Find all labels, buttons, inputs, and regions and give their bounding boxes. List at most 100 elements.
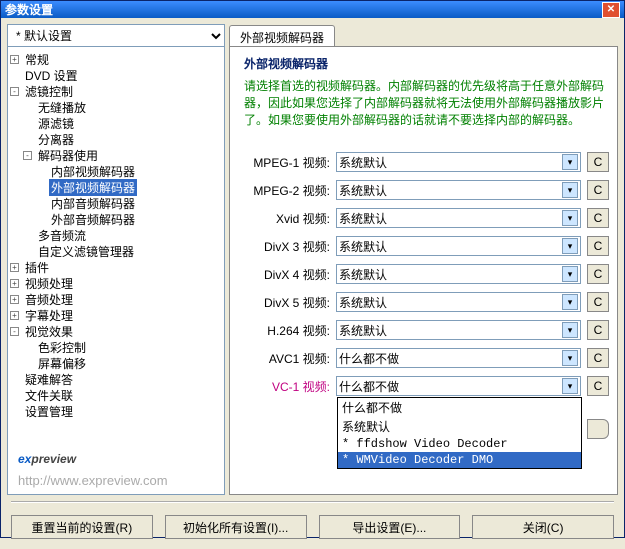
tree-item-label: 视觉效果 bbox=[23, 323, 75, 340]
row-label: DivX 3 视频: bbox=[244, 238, 330, 255]
init-button[interactable]: 初始化所有设置(I)... bbox=[165, 515, 307, 539]
export-button[interactable]: 导出设置(E)... bbox=[319, 515, 461, 539]
tree-item[interactable]: 外部视频解码器 bbox=[10, 179, 222, 195]
tree-item-label: 无缝播放 bbox=[36, 99, 88, 116]
tree-item[interactable]: -视觉效果 bbox=[10, 323, 222, 339]
tree-item[interactable]: 源滤镜 bbox=[10, 115, 222, 131]
tree-item[interactable]: -滤镜控制 bbox=[10, 83, 222, 99]
decoder-select[interactable]: 系统默认 ▾ bbox=[336, 180, 581, 200]
tree-item-label: 文件关联 bbox=[23, 387, 75, 404]
decoder-select[interactable]: 系统默认 ▾ bbox=[336, 292, 581, 312]
tree-item[interactable]: 外部音频解码器 bbox=[10, 211, 222, 227]
configure-button[interactable]: C bbox=[587, 376, 609, 396]
dropdown-item[interactable]: 什么都不做 bbox=[338, 398, 581, 417]
decoder-select[interactable]: 系统默认 ▾ bbox=[336, 264, 581, 284]
tree-item[interactable]: 内部视频解码器 bbox=[10, 163, 222, 179]
chevron-down-icon[interactable]: ▾ bbox=[562, 378, 578, 394]
decoder-select[interactable]: 什么都不做 ▾ bbox=[336, 376, 581, 396]
decoder-row: DivX 5 视频: 系统默认 ▾ C bbox=[244, 292, 609, 312]
close-icon[interactable]: ✕ bbox=[602, 2, 620, 18]
chevron-down-icon[interactable]: ▾ bbox=[562, 266, 578, 282]
decoder-row: Xvid 视频:系统默认▾C bbox=[244, 208, 609, 228]
decoder-select[interactable]: 什么都不做▾ bbox=[336, 348, 581, 368]
dropdown-item[interactable]: * ffdshow Video Decoder bbox=[338, 436, 581, 452]
configure-button[interactable]: C bbox=[587, 236, 609, 256]
tree-item[interactable]: -解码器使用 bbox=[10, 147, 222, 163]
tree-item[interactable]: DVD 设置 bbox=[10, 67, 222, 83]
tree-item[interactable]: 设置管理 bbox=[10, 403, 222, 419]
panel-description: 请选择首选的视频解码器。内部解码器的优先级将高于任意外部解码器，因此如果您选择了… bbox=[244, 78, 609, 128]
decoder-select[interactable]: 系统默认▾ bbox=[336, 208, 581, 228]
dropdown-item[interactable]: * WMVideo Decoder DMO bbox=[338, 452, 581, 468]
tree-item-label: 字幕处理 bbox=[23, 307, 75, 324]
configure-button[interactable]: C bbox=[587, 348, 609, 368]
preset-select[interactable]: * 默认设置 bbox=[8, 25, 224, 47]
tree-item[interactable]: 多音频流 bbox=[10, 227, 222, 243]
tree-item-label: 自定义滤镜管理器 bbox=[36, 243, 136, 260]
tree-item[interactable]: +视频处理 bbox=[10, 275, 222, 291]
decoder-row: MPEG-1 视频: 系统默认 ▾ C bbox=[244, 152, 609, 172]
decoder-select[interactable]: 系统默认 ▾ bbox=[336, 320, 581, 340]
decoder-row: VC-1 视频:什么都不做▾C bbox=[244, 376, 609, 396]
select-value: 系统默认 bbox=[339, 154, 387, 171]
extra-button[interactable] bbox=[587, 419, 609, 439]
tree-item[interactable]: 自定义滤镜管理器 bbox=[10, 243, 222, 259]
dropdown-list[interactable]: 什么都不做系统默认* ffdshow Video Decoder* WMVide… bbox=[337, 397, 582, 469]
chevron-down-icon[interactable]: ▾ bbox=[562, 294, 578, 310]
chevron-down-icon[interactable]: ▾ bbox=[562, 210, 578, 226]
tree-item-label: 解码器使用 bbox=[36, 147, 100, 164]
select-value: 系统默认 bbox=[339, 238, 387, 255]
logo-url: http://www.expreview.com bbox=[18, 473, 214, 488]
tree-item-label: 外部音频解码器 bbox=[49, 211, 137, 228]
tree-item[interactable]: +字幕处理 bbox=[10, 307, 222, 323]
tree-item[interactable]: 内部音频解码器 bbox=[10, 195, 222, 211]
tree-item-label: 外部视频解码器 bbox=[49, 179, 137, 196]
settings-tree[interactable]: +常规DVD 设置-滤镜控制无缝播放源滤镜分离器-解码器使用内部视频解码器外部视… bbox=[8, 47, 224, 423]
tree-item-label: 滤镜控制 bbox=[23, 83, 75, 100]
tree-item-label: 分离器 bbox=[36, 131, 76, 148]
decoder-row: DivX 3 视频: 系统默认 ▾ C bbox=[244, 236, 609, 256]
tree-item[interactable]: 疑难解答 bbox=[10, 371, 222, 387]
select-value: 什么都不做 bbox=[339, 378, 399, 395]
tree-item[interactable]: +插件 bbox=[10, 259, 222, 275]
tree-item[interactable]: 色彩控制 bbox=[10, 339, 222, 355]
chevron-down-icon[interactable]: ▾ bbox=[562, 322, 578, 338]
tree-item[interactable]: 屏幕偏移 bbox=[10, 355, 222, 371]
decoder-select[interactable]: 系统默认 ▾ bbox=[336, 152, 581, 172]
row-label: MPEG-1 视频: bbox=[244, 154, 330, 171]
tree-item-label: 屏幕偏移 bbox=[36, 355, 88, 372]
select-value: 系统默认 bbox=[339, 322, 387, 339]
tree-item-label: 常规 bbox=[23, 51, 51, 68]
tree-item[interactable]: 无缝播放 bbox=[10, 99, 222, 115]
row-label: AVC1 视频: bbox=[244, 350, 330, 367]
configure-button[interactable]: C bbox=[587, 292, 609, 312]
configure-button[interactable]: C bbox=[587, 208, 609, 228]
chevron-down-icon[interactable]: ▾ bbox=[562, 350, 578, 366]
decoder-select[interactable]: 系统默认 ▾ bbox=[336, 236, 581, 256]
tree-item[interactable]: +音频处理 bbox=[10, 291, 222, 307]
tree-item-label: 内部音频解码器 bbox=[49, 195, 137, 212]
tree-item[interactable]: 文件关联 bbox=[10, 387, 222, 403]
tree-item[interactable]: +常规 bbox=[10, 51, 222, 67]
tree-item[interactable]: 分离器 bbox=[10, 131, 222, 147]
tree-item-label: 音频处理 bbox=[23, 291, 75, 308]
configure-button[interactable]: C bbox=[587, 264, 609, 284]
tree-item-label: 多音频流 bbox=[36, 227, 88, 244]
select-value: 系统默认 bbox=[339, 182, 387, 199]
reset-button[interactable]: 重置当前的设置(R) bbox=[11, 515, 153, 539]
configure-button[interactable]: C bbox=[587, 180, 609, 200]
close-button[interactable]: 关闭(C) bbox=[472, 515, 614, 539]
select-value: 系统默认 bbox=[339, 294, 387, 311]
configure-button[interactable]: C bbox=[587, 152, 609, 172]
window-title: 参数设置 bbox=[5, 1, 53, 18]
row-label: DivX 4 视频: bbox=[244, 266, 330, 283]
dropdown-item[interactable]: 系统默认 bbox=[338, 417, 581, 436]
chevron-down-icon[interactable]: ▾ bbox=[562, 182, 578, 198]
chevron-down-icon[interactable]: ▾ bbox=[562, 238, 578, 254]
row-label: DivX 5 视频: bbox=[244, 294, 330, 311]
decoder-row: H.264 视频:系统默认▾C bbox=[244, 320, 609, 340]
select-value: 系统默认 bbox=[339, 266, 387, 283]
configure-button[interactable]: C bbox=[587, 320, 609, 340]
tab-external-video-decoder[interactable]: 外部视频解码器 bbox=[229, 25, 335, 47]
chevron-down-icon[interactable]: ▾ bbox=[562, 154, 578, 170]
